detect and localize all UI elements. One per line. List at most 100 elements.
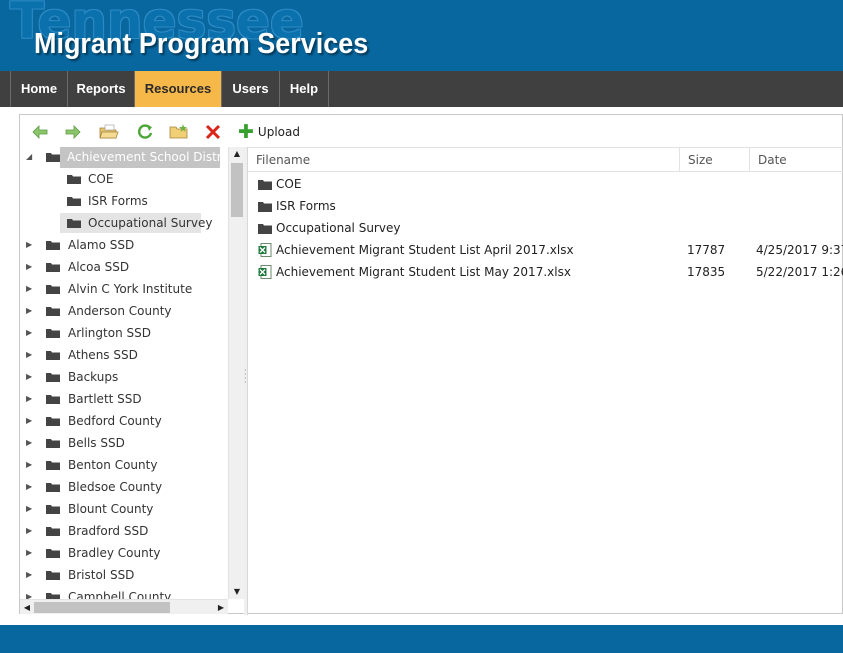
tree-item[interactable]: ▶ Alvin C York Institute [20,279,228,299]
main-nav: Home Reports Resources Users Help [0,71,843,107]
tree-item[interactable]: ▶ Campbell County [20,587,228,599]
folder-icon [46,417,60,426]
tree-item[interactable]: ▶ Bells SSD [20,433,228,453]
upload-label: Upload [257,125,300,139]
folder-icon [46,153,60,162]
expand-arrow-icon[interactable]: ▶ [26,521,36,541]
tree-item[interactable]: ▶ Bedford County [20,411,228,431]
new-folder-icon [169,124,188,139]
expand-arrow-icon[interactable]: ▶ [26,367,36,387]
tree-item-achievement-school-district[interactable]: ◢ Achievement School District [20,147,228,167]
tree-item[interactable]: ▶ Bartlett SSD [20,389,228,409]
grid-header: Filename Size Date [248,147,843,172]
nav-home[interactable]: Home [11,71,68,107]
file-name: Achievement Migrant Student List May 201… [276,265,571,279]
folder-icon [46,241,60,250]
site-header: Tennessee Migrant Program Services [0,0,843,71]
upload-button[interactable]: ✚ Upload [238,122,300,142]
folder-icon [46,395,60,404]
plus-icon: ✚ [238,121,254,143]
scroll-right-icon[interactable]: ▶ [214,600,228,615]
tree-item-isr-forms[interactable]: ISR Forms [20,191,200,211]
forward-button[interactable] [62,122,84,142]
folder-icon [67,175,81,184]
tree-item[interactable]: ▶ Benton County [20,455,228,475]
tree-item[interactable]: ▶ Bradley County [20,543,228,563]
tree-item[interactable]: ▶ Backups [20,367,228,387]
tree-item[interactable]: ▶ Bledsoe County [20,477,228,497]
expand-arrow-icon[interactable]: ▶ [26,301,36,321]
scroll-down-icon[interactable]: ▼ [229,585,245,599]
tree-item-label: Anderson County [68,304,172,318]
expand-arrow-icon[interactable]: ▶ [26,323,36,343]
expand-arrow-icon[interactable]: ▶ [26,411,36,431]
tree-horizontal-scrollbar[interactable]: ◀ ▶ [20,599,228,614]
folder-icon [46,527,60,536]
expand-arrow-icon[interactable]: ▶ [26,345,36,365]
scroll-left-icon[interactable]: ◀ [20,600,34,615]
expand-arrow-icon[interactable]: ▶ [26,477,36,497]
file-name: Achievement Migrant Student List April 2… [276,243,574,257]
table-row[interactable]: COE [248,173,843,195]
folder-icon [46,593,60,599]
expand-arrow-icon[interactable]: ▶ [26,433,36,453]
expand-arrow-icon[interactable]: ▶ [26,235,36,255]
file-name: Occupational Survey [276,221,401,235]
expand-arrow-icon[interactable]: ▶ [26,565,36,585]
tree-item[interactable]: ▶ Blount County [20,499,228,519]
nav-reports[interactable]: Reports [68,71,135,107]
tree-item-coe[interactable]: COE [20,169,200,189]
tree-item-label: Bristol SSD [68,568,135,582]
tree-item[interactable]: ▶ Athens SSD [20,345,228,365]
delete-button[interactable] [202,122,224,142]
folder-icon [46,483,60,492]
back-button[interactable] [29,122,51,142]
table-row[interactable]: Achievement Migrant Student List May 201… [248,261,843,283]
tree-item-label: Bartlett SSD [68,392,142,406]
tree-item-label: Backups [68,370,119,384]
file-name: COE [276,177,302,191]
column-header-filename[interactable]: Filename [248,148,680,172]
scroll-thumb[interactable] [231,163,243,217]
collapse-arrow-icon[interactable]: ◢ [26,147,36,167]
scroll-thumb[interactable] [34,602,170,613]
nav-help[interactable]: Help [280,71,329,107]
tree-item-label: Campbell County [68,590,172,599]
table-row[interactable]: Occupational Survey [248,217,843,239]
expand-arrow-icon[interactable]: ▶ [26,279,36,299]
expand-arrow-icon[interactable]: ▶ [26,257,36,277]
tree-item[interactable]: ▶ Bradford SSD [20,521,228,541]
column-header-size[interactable]: Size [680,148,750,172]
folder-icon [46,285,60,294]
new-folder-button[interactable] [168,122,190,142]
open-button[interactable] [98,122,120,142]
nav-resources[interactable]: Resources [135,71,222,107]
expand-arrow-icon[interactable]: ▶ [26,455,36,475]
tree-item-label: Blount County [68,502,154,516]
tree-item[interactable]: ▶ Anderson County [20,301,228,321]
refresh-icon [138,124,153,139]
tree-item[interactable]: ▶ Arlington SSD [20,323,228,343]
tree-item-occupational-survey[interactable]: Occupational Survey [60,213,212,233]
tree-item-label: COE [88,172,114,186]
table-row[interactable]: ISR Forms [248,195,843,217]
expand-arrow-icon[interactable]: ▶ [26,587,36,599]
folder-icon [258,180,272,190]
tree-item[interactable]: ▶ Bristol SSD [20,565,228,585]
nav-users[interactable]: Users [222,71,280,107]
tree-item[interactable]: ▶ Alcoa SSD [20,257,228,277]
expand-arrow-icon[interactable]: ▶ [26,389,36,409]
folder-icon [258,224,272,234]
scroll-up-icon[interactable]: ▲ [229,147,245,161]
tree-item-label: Bradford SSD [68,524,149,538]
tree-item[interactable]: ▶ Alamo SSD [20,235,228,255]
folder-icon [46,263,60,272]
table-row[interactable]: Achievement Migrant Student List April 2… [248,239,843,261]
column-header-date[interactable]: Date [750,148,843,172]
folder-tree: ◢ Achievement School District COE ISR Fo… [20,147,228,599]
tree-vertical-scrollbar[interactable]: ▲ ▼ [228,147,244,599]
expand-arrow-icon[interactable]: ▶ [26,543,36,563]
refresh-button[interactable] [134,122,156,142]
expand-arrow-icon[interactable]: ▶ [26,499,36,519]
tree-item-label: Arlington SSD [68,326,151,340]
